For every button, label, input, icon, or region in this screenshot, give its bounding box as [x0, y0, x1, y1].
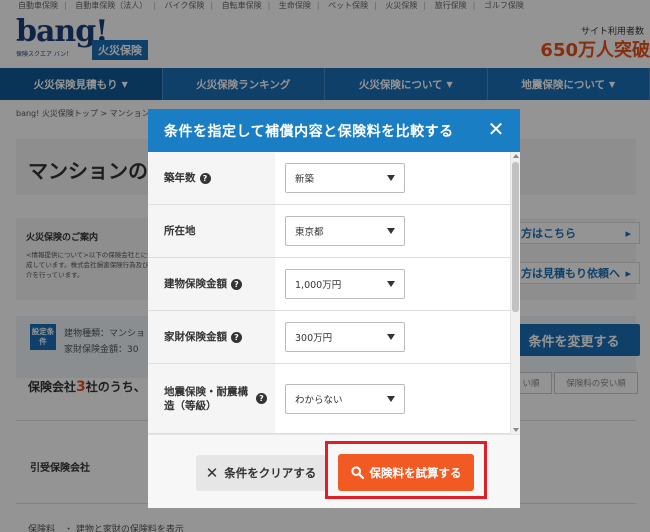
- field-value-cell: 東京都: [275, 205, 510, 257]
- select-value: 東京都: [295, 227, 324, 238]
- select-value: わからない: [295, 394, 343, 406]
- form-row-building-age: 築年数? 新築: [148, 152, 510, 205]
- select-value: 1,000万円: [295, 280, 342, 291]
- field-label: 所在地: [148, 205, 275, 257]
- dropdown-arrow-icon: [387, 334, 395, 340]
- contents-amount-select[interactable]: 300万円: [285, 322, 405, 352]
- dropdown-arrow-icon: [387, 228, 395, 234]
- help-icon[interactable]: ?: [256, 393, 267, 404]
- building-amount-select[interactable]: 1,000万円: [285, 269, 405, 299]
- help-icon[interactable]: ?: [231, 278, 242, 290]
- help-icon[interactable]: ?: [199, 172, 211, 184]
- modal-title: 条件を指定して補償内容と保険料を比較する: [164, 123, 454, 140]
- form-row-earthquake: 地震保険・耐震構造（等級）? わからない: [148, 364, 510, 434]
- close-icon[interactable]: ✕: [486, 119, 506, 139]
- modal-footer: ✕ 条件をクリアする 保険料を試算する: [148, 434, 520, 508]
- calculate-premium-button[interactable]: 保険料を試算する: [338, 454, 474, 491]
- modal-scrollbar[interactable]: [510, 152, 520, 434]
- dropdown-arrow-icon: [387, 281, 395, 287]
- scroll-up-icon[interactable]: [513, 154, 519, 158]
- field-label-text: 築年数: [164, 172, 196, 184]
- form-row-location: 所在地 東京都: [148, 205, 510, 258]
- form-row-contents-amount: 家財保険金額? 300万円: [148, 311, 510, 364]
- earthquake-select[interactable]: わからない: [285, 383, 405, 414]
- field-label: 築年数?: [148, 152, 275, 204]
- modal-header: 条件を指定して補償内容と保険料を比較する ✕: [148, 109, 520, 152]
- field-value-cell: わからない: [275, 364, 510, 433]
- page: 自動車保険 | 自動車保険（法人） | バイク保険 | 自転車保険 | 生命保険 | ペッ…: [0, 0, 650, 532]
- location-select[interactable]: 東京都: [285, 216, 405, 246]
- field-label: 地震保険・耐震構造（等級）?: [148, 364, 275, 433]
- modal-form: 築年数? 新築 所在地 東京都 建物保険金額? 1,000万円 家財保険金額? …: [148, 152, 520, 434]
- field-value-cell: 1,000万円: [275, 258, 510, 310]
- field-value-cell: 300万円: [275, 311, 510, 363]
- close-icon: ✕: [205, 463, 219, 482]
- select-value: 新築: [295, 174, 315, 185]
- scrollbar-thumb[interactable]: [512, 162, 519, 312]
- dropdown-arrow-icon: [387, 395, 395, 402]
- scroll-down-icon[interactable]: [513, 428, 519, 432]
- select-value: 300万円: [295, 333, 333, 344]
- compare-conditions-modal: 条件を指定して補償内容と保険料を比較する ✕ 築年数? 新築 所在地 東京都 建…: [148, 109, 520, 508]
- field-label: 建物保険金額?: [148, 258, 275, 310]
- search-icon: [350, 466, 364, 479]
- field-label-text: 所在地: [164, 225, 196, 237]
- clear-conditions-label: 条件をクリアする: [224, 466, 317, 480]
- clear-conditions-button[interactable]: ✕ 条件をクリアする: [196, 455, 326, 491]
- field-label-text: 地震保険・耐震構造（等級）: [164, 385, 248, 412]
- field-label: 家財保険金額?: [148, 311, 275, 363]
- field-value-cell: 新築: [275, 152, 510, 204]
- field-label-text: 家財保険金額: [164, 331, 227, 343]
- calculate-premium-label: 保険料を試算する: [369, 465, 462, 480]
- form-row-building-amount: 建物保険金額? 1,000万円: [148, 258, 510, 311]
- help-icon[interactable]: ?: [231, 331, 242, 343]
- building-age-select[interactable]: 新築: [285, 163, 405, 193]
- dropdown-arrow-icon: [387, 175, 395, 181]
- field-label-text: 建物保険金額: [164, 278, 227, 290]
